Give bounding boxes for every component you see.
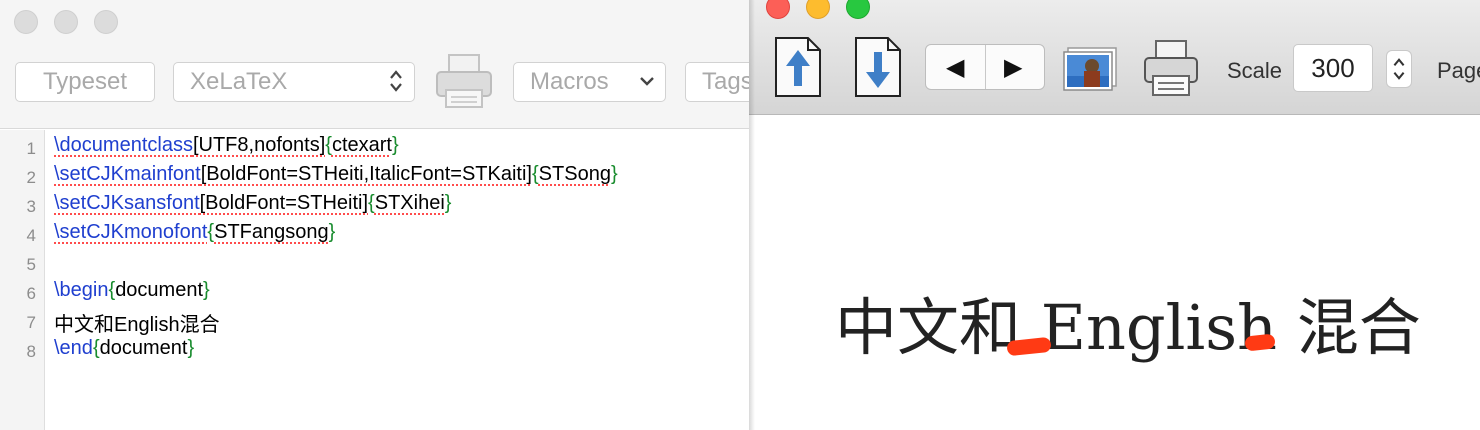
latex-argument: STSong <box>538 163 611 185</box>
close-window-button[interactable] <box>14 10 38 34</box>
scale-stepper[interactable] <box>1386 50 1412 88</box>
photo-icon[interactable] <box>1062 44 1120 92</box>
latex-option: [BoldFont=STHeiti,ItalicFont=STKaiti] <box>200 163 532 185</box>
code-line: \documentclass[UTF8,nofonts]{ctexart} <box>54 134 399 157</box>
minimize-window-button[interactable] <box>806 0 830 19</box>
close-brace: } <box>610 163 618 185</box>
latex-command: \setCJKmainfont <box>54 163 201 185</box>
code-line: \begin{document} <box>54 279 210 302</box>
line-number: 2 <box>26 168 36 187</box>
chevron-down-icon <box>640 77 654 86</box>
close-brace: } <box>187 337 195 359</box>
editor-toolbar: Typeset XeLaTeX Macros Tags <box>0 0 752 129</box>
pdf-preview-window: ◀ ▶ Scale 300 Page 中文和 <box>749 0 1480 430</box>
document-body-text: 中文和English混合 <box>54 314 220 336</box>
scale-input[interactable]: 300 <box>1293 44 1373 92</box>
typeset-label: Typeset <box>42 68 128 95</box>
scale-label: Scale <box>1227 58 1283 83</box>
open-brace: { <box>325 134 332 156</box>
close-brace: } <box>391 134 399 156</box>
latex-argument: STFangsong <box>214 221 329 243</box>
page-navigation-control: ◀ ▶ <box>925 44 1045 90</box>
engine-select[interactable]: XeLaTeX <box>173 62 415 102</box>
latex-option: [UTF8,nofonts] <box>192 134 326 156</box>
macros-label: Macros <box>530 68 609 95</box>
previous-page-button[interactable]: ◀ <box>946 53 964 82</box>
updown-chevron-icon <box>390 70 402 92</box>
source-editor-window: Typeset XeLaTeX Macros Tags 1 2 3 4 5 6 … <box>0 0 752 430</box>
print-icon[interactable] <box>1142 38 1200 98</box>
window-shadow <box>749 0 755 430</box>
close-window-button[interactable] <box>766 0 790 19</box>
scale-value: 300 <box>1311 53 1355 83</box>
tags-menu[interactable]: Tags <box>685 62 752 102</box>
engine-value: XeLaTeX <box>190 68 288 95</box>
divider <box>985 45 986 89</box>
latex-command: \end <box>54 337 93 359</box>
zoom-window-button[interactable] <box>94 10 118 34</box>
line-number: 7 <box>26 313 36 332</box>
open-brace: { <box>368 192 375 214</box>
code-line: \setCJKmonofont{STFangsong} <box>54 221 335 244</box>
rendered-document-text: 中文和 English 混合 <box>835 291 1421 364</box>
close-brace: } <box>328 221 336 243</box>
page-up-icon[interactable] <box>774 36 822 98</box>
line-number: 3 <box>26 197 36 216</box>
macros-menu[interactable]: Macros <box>513 62 666 102</box>
latex-command: \setCJKsansfont <box>54 192 200 214</box>
latex-command: \documentclass <box>54 134 193 156</box>
close-brace: } <box>444 192 452 214</box>
minimize-window-button[interactable] <box>54 10 78 34</box>
open-brace: { <box>92 337 100 359</box>
line-number: 4 <box>26 226 36 245</box>
latex-command: \setCJKmonofont <box>54 221 208 243</box>
code-line: \setCJKmainfont[BoldFont=STHeiti,ItalicF… <box>54 163 618 186</box>
pdf-page: 中文和 English 混合 <box>749 115 1480 430</box>
zoom-window-button[interactable] <box>846 0 870 19</box>
open-brace: { <box>531 163 539 185</box>
code-line: 中文和English混合 <box>54 308 220 337</box>
tags-label: Tags <box>702 68 752 95</box>
latex-option: [BoldFont=STHeiti] <box>199 192 369 214</box>
code-line: \end{document} <box>54 337 194 360</box>
close-brace: } <box>203 279 210 301</box>
latex-argument: document <box>115 279 204 301</box>
page-down-icon[interactable] <box>854 36 902 98</box>
line-number-gutter: 1 2 3 4 5 6 7 8 <box>0 130 45 430</box>
latex-command: \begin <box>54 279 109 301</box>
next-page-button[interactable]: ▶ <box>1004 53 1022 82</box>
line-number: 1 <box>26 139 36 158</box>
page-label: Page <box>1437 58 1480 83</box>
latex-argument: STXihei <box>374 192 445 214</box>
typeset-button[interactable]: Typeset <box>15 62 155 102</box>
line-number: 8 <box>26 342 36 361</box>
latex-argument: document <box>99 337 188 359</box>
line-number: 6 <box>26 284 36 303</box>
print-icon[interactable] <box>434 52 494 110</box>
line-number: 5 <box>26 255 36 274</box>
code-line: \setCJKsansfont[BoldFont=STHeiti]{STXihe… <box>54 192 451 215</box>
preview-toolbar: ◀ ▶ Scale 300 Page <box>749 0 1480 115</box>
latex-argument: ctexart <box>331 134 392 156</box>
